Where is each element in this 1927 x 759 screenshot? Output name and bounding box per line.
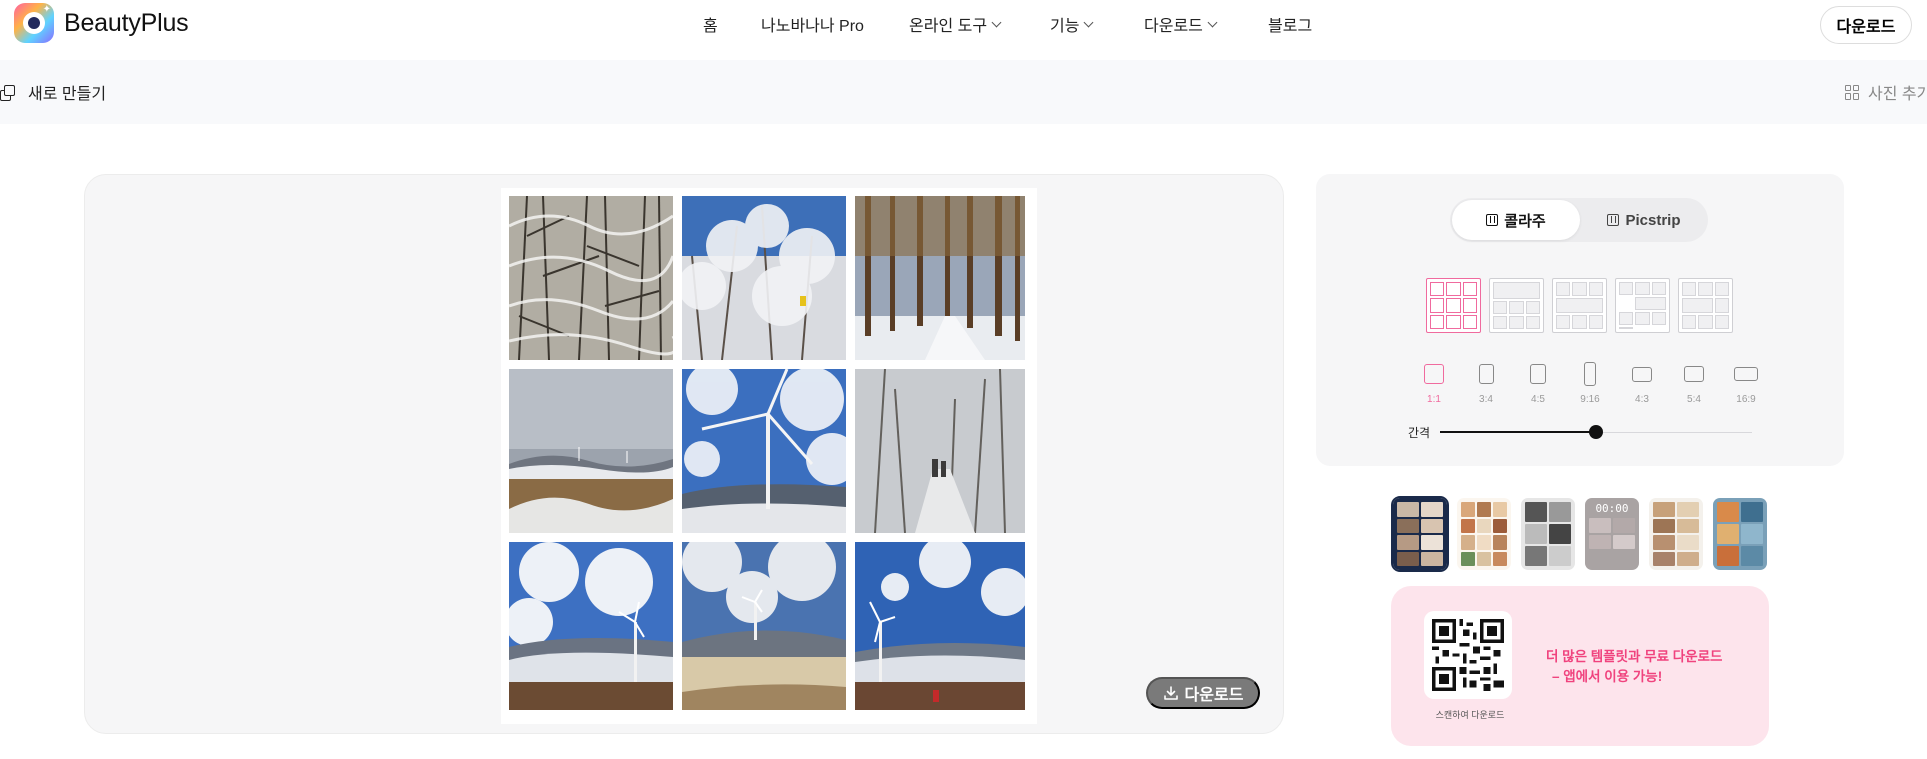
nav-item-features[interactable]: 기능 [1050, 12, 1094, 36]
gap-slider-fill [1440, 431, 1596, 433]
qr-code [1424, 611, 1512, 699]
template-thumbnail[interactable] [1713, 498, 1767, 570]
template-thumbnail[interactable] [1457, 498, 1511, 570]
chevron-down-icon [1084, 17, 1094, 27]
nav-item-nanobanana-pro[interactable]: 나노바나나 Pro [761, 12, 864, 36]
add-grid-icon [1845, 84, 1860, 100]
top-navigation: ✦ BeautyPlus 홈 나노바나나 Pro 온라인 도구 기능 다운로드 … [0, 0, 1927, 60]
promo-line-2: – 앱에서 이용 가능! [1552, 669, 1663, 684]
main-nav: 홈 나노바나나 Pro 온라인 도구 기능 다운로드 블로그 [0, 12, 1927, 36]
gap-slider-thumb[interactable] [1589, 425, 1603, 439]
chevron-down-icon [991, 17, 1002, 27]
ratio-label: 5:4 [1687, 394, 1701, 405]
promo-message: 더 많은 템플릿과 무료 다운로드 – 앱에서 이용 가능! [1546, 647, 1722, 687]
collage-download-button[interactable]: 다운로드 [1146, 677, 1260, 709]
download-label: 다운로드 [1184, 687, 1244, 704]
qr-code-icon [1432, 619, 1504, 691]
copy-icon [0, 85, 15, 101]
tab-picstrip[interactable]: Picstrip [1582, 200, 1706, 240]
ratio-label: 16:9 [1736, 394, 1756, 405]
header-download-button[interactable]: 다운로드 [1820, 6, 1912, 44]
collage-photo[interactable] [855, 542, 1025, 710]
nav-label: 다운로드 [1144, 18, 1203, 35]
ratio-label: 9:16 [1580, 394, 1600, 405]
collage-photo[interactable] [855, 369, 1025, 533]
ratio-option-4-5[interactable]: 4:5 [1512, 362, 1564, 405]
collage-photo[interactable] [682, 542, 846, 710]
ratio-option-4-3[interactable]: 4:3 [1616, 362, 1668, 405]
nav-label: 블로그 [1268, 18, 1313, 35]
layout-option-left-wide[interactable] [1678, 278, 1733, 333]
qr-caption: 스캔하여 다운로드 [1435, 710, 1505, 720]
canvas-panel [84, 174, 1284, 734]
collage-photo[interactable] [682, 369, 846, 533]
nav-label: 나노바나나 Pro [761, 18, 864, 35]
layout-option-top-banner[interactable] [1489, 278, 1544, 333]
template-thumbnail[interactable] [1391, 496, 1449, 572]
nav-item-home[interactable]: 홈 [703, 12, 718, 36]
ratio-label: 3:4 [1479, 394, 1493, 405]
editor-toolbar: 새로 만들기 사진 추가 [0, 60, 1927, 124]
layout-settings-panel: 콜라주 Picstrip 1:1 3:4 4:5 9:16 4:3 5:4 16… [1316, 174, 1844, 466]
collage-photo[interactable] [509, 196, 673, 360]
template-thumbnail[interactable] [1521, 498, 1575, 570]
mode-switch: 콜라주 Picstrip [1450, 198, 1708, 242]
template-thumbnail[interactable] [1649, 498, 1703, 570]
layout-option-center-wide[interactable] [1615, 278, 1670, 333]
collage-photo[interactable] [855, 196, 1025, 360]
collage-icon [1486, 214, 1499, 226]
ratio-option-3-4[interactable]: 3:4 [1460, 362, 1512, 405]
download-icon [1163, 686, 1178, 700]
ratio-option-1-1[interactable]: 1:1 [1408, 362, 1460, 405]
promo-line-1: 더 많은 템플릿과 무료 다운로드 [1546, 649, 1723, 664]
nav-label: 기능 [1050, 18, 1080, 35]
ratio-option-5-4[interactable]: 5:4 [1668, 362, 1720, 405]
picstrip-icon [1607, 214, 1620, 226]
chevron-down-icon [1207, 17, 1218, 27]
collage-photo[interactable] [682, 196, 846, 360]
nav-label: 온라인 도구 [909, 18, 988, 35]
nav-label: 홈 [703, 18, 718, 35]
nav-item-blog[interactable]: 블로그 [1268, 12, 1312, 36]
collage-canvas [501, 188, 1037, 724]
gap-control: 간격 [1408, 422, 1752, 442]
nav-item-download[interactable]: 다운로드 [1144, 12, 1218, 36]
ratio-label: 1:1 [1427, 394, 1441, 405]
add-photo-label: 사진 추가 [1868, 86, 1927, 103]
template-thumbnail[interactable]: 00:00 [1585, 498, 1639, 570]
layout-option-grid-3x3[interactable] [1426, 278, 1481, 333]
tab-label: Picstrip [1625, 211, 1681, 229]
app-promo-banner: 스캔하여 다운로드 더 많은 템플릿과 무료 다운로드 – 앱에서 이용 가능! [1391, 586, 1769, 746]
nav-item-online-tools[interactable]: 온라인 도구 [909, 12, 1002, 36]
collage-photo[interactable] [509, 542, 673, 710]
collage-photo[interactable] [509, 369, 673, 533]
ratio-option-16-9[interactable]: 16:9 [1720, 362, 1772, 405]
layout-options [1426, 278, 1733, 333]
template-time-badge: 00:00 [1595, 502, 1629, 515]
new-collage-label: 새로 만들기 [28, 86, 107, 103]
tab-collage[interactable]: 콜라주 [1452, 200, 1580, 240]
tab-label: 콜라주 [1504, 212, 1546, 230]
aspect-ratio-options: 1:1 3:4 4:5 9:16 4:3 5:4 16:9 [1408, 362, 1772, 405]
ratio-label: 4:5 [1531, 394, 1545, 405]
layout-option-middle-banner[interactable] [1552, 278, 1607, 333]
template-list: 00:00 [1391, 496, 1767, 572]
add-photo-button[interactable]: 사진 추가 [1845, 80, 1927, 104]
ratio-label: 4:3 [1635, 394, 1649, 405]
new-collage-button[interactable]: 새로 만들기 [0, 80, 106, 104]
ratio-option-9-16[interactable]: 9:16 [1564, 362, 1616, 405]
gap-label: 간격 [1408, 426, 1431, 440]
